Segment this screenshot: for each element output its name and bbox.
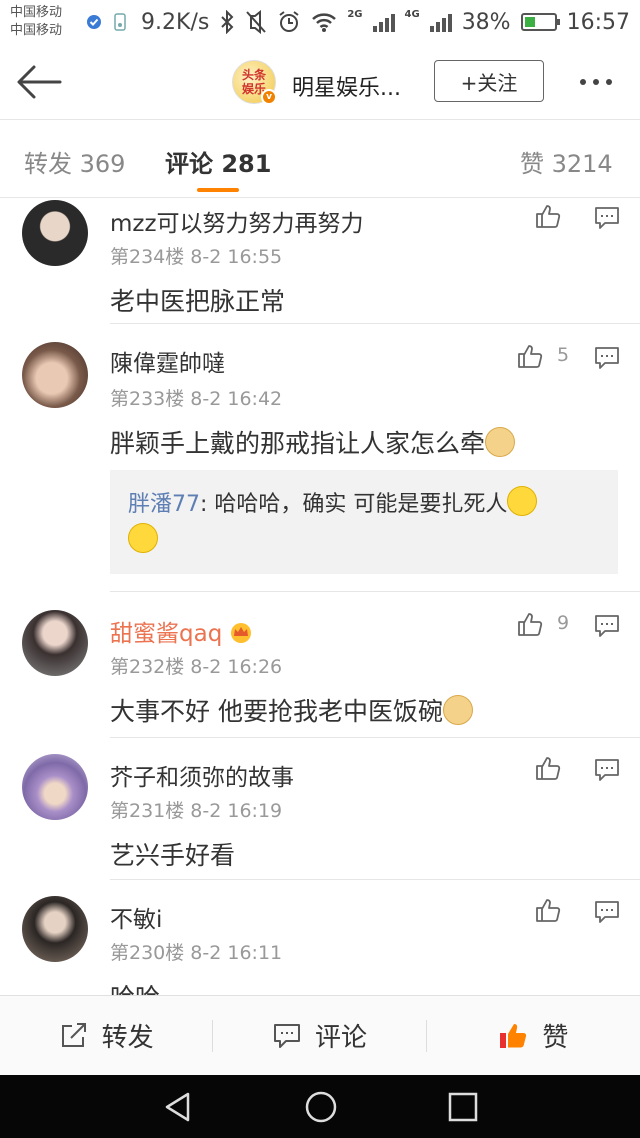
comment-text: 老中医把脉正常	[110, 287, 286, 316]
comment-username[interactable]: 陳偉霆帥噠	[110, 344, 225, 378]
comment-item: mzz可以努力努力再努力 第234楼 8-2 16:55 老中医把脉正常	[0, 198, 640, 324]
app-notification-icon	[114, 13, 126, 31]
avatar[interactable]	[22, 200, 88, 266]
comment-text: 大事不好 他要抢我老中医饭碗	[110, 692, 473, 728]
comment-item: 芥子和须弥的故事 第231楼 8-2 16:19 艺兴手好看	[0, 738, 640, 880]
comment-meta: 第230楼 8-2 16:11	[110, 942, 283, 964]
network-speed: 9.2K/s	[141, 9, 210, 35]
reply-text: : 哈哈哈，确实 可能是要扎死人	[200, 492, 508, 517]
comment-text: 艺兴手好看	[110, 841, 236, 870]
avatar[interactable]	[22, 754, 88, 820]
laugh-cry-emoji-icon	[507, 486, 538, 516]
bluetooth-icon	[221, 10, 234, 34]
active-tab-indicator	[197, 188, 239, 192]
comment-list[interactable]: mzz可以努力努力再努力 第234楼 8-2 16:55 老中医把脉正常 陳偉霆…	[0, 198, 640, 995]
comment-meta: 第232楼 8-2 16:26	[110, 656, 283, 678]
comment-username[interactable]: 芥子和须弥的故事	[110, 758, 294, 792]
comment-icon	[273, 1023, 300, 1048]
tab-comment[interactable]: 评论 281	[165, 144, 271, 179]
verified-badge-icon: v	[261, 89, 277, 105]
silent-mode-icon	[246, 10, 267, 34]
comment-username[interactable]: 不敏i	[110, 900, 162, 934]
signal-icon-2	[429, 12, 452, 32]
battery-percent: 38%	[461, 9, 511, 35]
vip-crown-icon	[231, 623, 252, 643]
tab-repost[interactable]: 转发 369	[24, 144, 125, 179]
comment-text: 哈哈	[110, 978, 160, 995]
reply-username[interactable]: 胖潘77	[128, 492, 200, 517]
repost-button[interactable]: 转发	[0, 996, 214, 1075]
like-icon[interactable]	[534, 896, 562, 924]
comment-text: 胖颖手上戴的那戒指让人家怎么牵	[110, 424, 516, 460]
like-icon[interactable]	[534, 754, 562, 782]
reply-icon[interactable]	[594, 206, 620, 230]
system-recents-icon[interactable]	[448, 1092, 478, 1122]
avatar[interactable]	[22, 342, 88, 408]
like-label: 赞	[542, 1023, 569, 1053]
battery-icon	[520, 13, 560, 31]
alarm-icon	[279, 11, 299, 32]
comment-username[interactable]: mzz可以努力努力再努力	[110, 204, 364, 238]
repost-icon	[61, 1022, 86, 1047]
account-avatar[interactable]: 头条 娱乐 v	[232, 60, 277, 105]
account-name[interactable]: 明星娱乐...	[292, 70, 401, 102]
status-bar: 中国移动 中国移动 9.2K/s 2G 4G 38% 16:57	[0, 0, 640, 44]
avatar[interactable]	[22, 896, 88, 962]
comment-meta: 第234楼 8-2 16:55	[110, 246, 283, 268]
top-nav-bar: 头条 娱乐 v 明星娱乐... +关注	[0, 44, 640, 120]
back-arrow-icon[interactable]	[16, 64, 62, 100]
like-count: 5	[557, 344, 570, 366]
comment-username[interactable]: 甜蜜酱qaq	[110, 614, 254, 648]
carrier-info: 中国移动 中国移动	[10, 4, 74, 40]
wifi-icon	[312, 13, 337, 32]
comment-item: 陳偉霆帥噠 第233楼 8-2 16:42 胖颖手上戴的那戒指让人家怎么牵 5 …	[0, 324, 640, 592]
avatar[interactable]	[22, 610, 88, 676]
comment-username-text: 甜蜜酱qaq	[110, 621, 223, 647]
doge-emoji-icon	[485, 427, 516, 457]
like-icon[interactable]	[516, 610, 544, 638]
like-icon[interactable]	[534, 202, 562, 230]
comment-item: 甜蜜酱qaq 第232楼 8-2 16:26 大事不好 他要抢我老中医饭碗 9	[0, 592, 640, 738]
system-navigation-bar	[0, 1075, 640, 1138]
repost-label: 转发	[101, 1023, 154, 1053]
clock: 16:57	[566, 9, 630, 35]
comment-meta: 第233楼 8-2 16:42	[110, 388, 283, 410]
comment-item: 不敏i 第230楼 8-2 16:11 哈哈	[0, 880, 640, 995]
system-home-icon[interactable]	[304, 1090, 338, 1124]
like-button[interactable]: 赞	[427, 996, 640, 1075]
comment-text-content: 大事不好 他要抢我老中医饭碗	[110, 697, 443, 726]
reply-icon[interactable]	[594, 346, 620, 370]
reply-icon[interactable]	[594, 900, 620, 924]
comment-label: 评论	[314, 1023, 367, 1053]
reply-icon[interactable]	[594, 758, 620, 782]
like-count: 9	[557, 612, 570, 634]
reply-box[interactable]: 胖潘77: 哈哈哈，确实 可能是要扎死人	[110, 470, 618, 574]
network-type-4g: 4G	[404, 8, 420, 20]
more-options-icon[interactable]	[580, 79, 612, 85]
carrier-2: 中国移动	[10, 23, 63, 38]
tab-bar: 转发 369 评论 281 赞 3214	[0, 120, 640, 198]
like-icon[interactable]	[516, 342, 544, 370]
follow-button[interactable]: +关注	[434, 60, 544, 102]
laugh-cry-emoji-icon	[128, 523, 158, 553]
signal-icon	[372, 12, 395, 32]
system-back-icon[interactable]	[162, 1091, 194, 1123]
avatar-text-1: 头条	[241, 68, 266, 82]
tab-like[interactable]: 赞 3214	[520, 144, 613, 179]
comment-button[interactable]: 评论	[213, 996, 427, 1075]
comment-text-content: 胖颖手上戴的那戒指让人家怎么牵	[110, 429, 486, 458]
carrier-1: 中国移动	[10, 5, 63, 20]
bottom-action-bar: 转发 评论 赞	[0, 995, 640, 1075]
verified-shield-icon	[87, 15, 101, 29]
comment-meta: 第231楼 8-2 16:19	[110, 800, 283, 822]
reply-icon[interactable]	[594, 614, 620, 638]
liked-thumb-icon	[500, 1023, 527, 1048]
network-type-2g: 2G	[347, 8, 363, 20]
doge-emoji-icon	[442, 695, 473, 725]
